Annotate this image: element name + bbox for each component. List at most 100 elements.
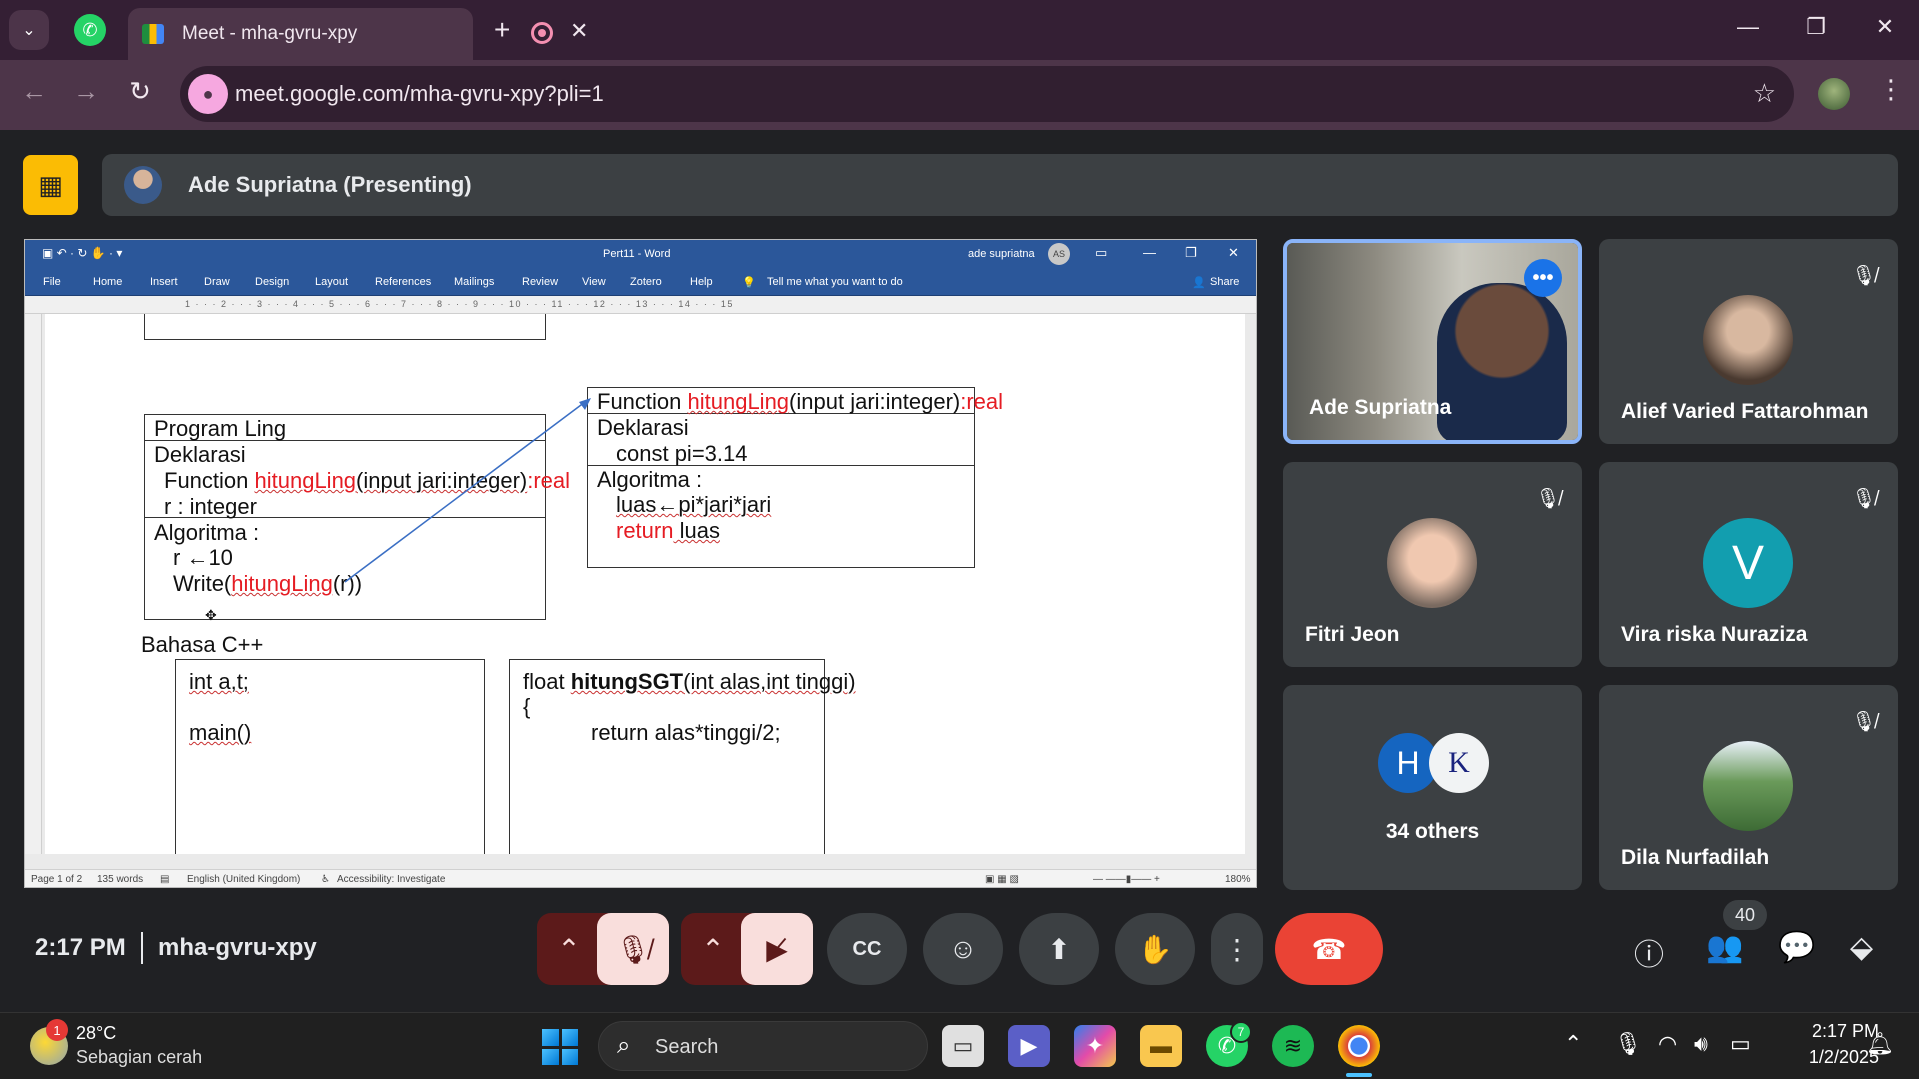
meeting-code: mha-gvru-xpy (158, 934, 317, 961)
task-view-icon[interactable]: ▭ (942, 1025, 984, 1067)
status-page: Page 1 of 2 (31, 874, 83, 885)
presentation-icon[interactable]: ▦ (23, 155, 78, 215)
menu-icon[interactable]: ⋮ (1878, 74, 1904, 105)
wifi-icon[interactable]: ◠ (1658, 1031, 1677, 1057)
ribbon-tab: Home (93, 276, 123, 288)
avatar (1703, 295, 1793, 385)
browser-toolbar: ← → ↻ ● meet.google.com/mha-gvru-xpy?pli… (0, 60, 1919, 130)
presenter-label: Ade Supriatna (Presenting) (188, 172, 472, 197)
taskbar-time[interactable]: 2:17 PM (1783, 1021, 1879, 1042)
new-tab-button[interactable]: + (494, 14, 510, 46)
meeting-details-icon[interactable]: ⓘ (1634, 930, 1664, 974)
cpp-return: return alas*tinggi/2; (591, 720, 781, 745)
mic-off-icon: 🎙︎̸ (1851, 487, 1877, 510)
word-minimize-icon: — (1143, 245, 1156, 260)
chevron-up-icon[interactable]: ⌃ (1564, 1031, 1582, 1057)
back-icon[interactable]: ← (14, 76, 54, 107)
people-icon[interactable]: 👥 (1706, 930, 1743, 965)
present-button[interactable]: ⬆ (1019, 913, 1099, 985)
meet-favicon-icon (142, 24, 164, 44)
file-explorer-icon[interactable]: ▬ (1140, 1025, 1182, 1067)
mic-toggle-button[interactable]: 🎙︎̸ (597, 913, 669, 985)
word-page: Program Ling Deklarasi Function hitungLi… (45, 314, 1245, 854)
word-share: Share (1210, 276, 1240, 288)
move-cursor-icon: ✥ (205, 607, 217, 623)
view-buttons-icon: ▣ ▦ ▧ (985, 874, 1019, 885)
status-words: 135 words (97, 874, 144, 885)
microphone-tray-icon[interactable]: 🎙︎ (1614, 1031, 1642, 1057)
url-text[interactable]: meet.google.com/mha-gvru-xpy?pli=1 (235, 81, 604, 107)
restore-icon[interactable]: ❐ (1796, 14, 1836, 40)
word-restore-icon: ❐ (1185, 245, 1197, 260)
ribbon-tab: Mailings (454, 276, 495, 288)
address-bar[interactable]: ● meet.google.com/mha-gvru-xpy?pli=1 ☆ (180, 66, 1794, 122)
present-screen-icon: ⬆ (1047, 933, 1071, 965)
emoji-icon: ☺ (948, 933, 978, 964)
lightbulb-icon: 💡 (742, 277, 756, 289)
chat-icon[interactable]: 💬 (1778, 930, 1815, 965)
more-options-icon[interactable]: ••• (1524, 259, 1562, 297)
reload-icon[interactable]: ↻ (120, 76, 160, 107)
activities-icon[interactable]: ⬙ (1850, 930, 1873, 965)
more-options-button[interactable]: ⋮ (1211, 913, 1263, 985)
tab-meet[interactable]: Meet - mha-gvru-xpy ✕ (128, 8, 588, 60)
cpp-func-sig: float hitungSGT(int alas,int tinggi) (523, 669, 856, 694)
battery-icon[interactable]: ▭ (1730, 1031, 1751, 1057)
mic-off-icon: 🎙︎̸ (1851, 264, 1877, 287)
ribbon-tab: References (375, 276, 432, 288)
zoom-slider: — ——▮—— + (1093, 874, 1160, 885)
tile-alief[interactable]: 🎙︎̸ Alief Varied Fattarohman (1599, 239, 1898, 444)
close-tab-icon[interactable]: ✕ (570, 18, 588, 44)
mic-icon[interactable]: ● (188, 74, 228, 114)
whatsapp-pinned-tab[interactable]: ✆ (74, 14, 106, 46)
tab-search-button[interactable]: ⌄ (9, 10, 49, 50)
chrome-icon[interactable] (1338, 1025, 1380, 1067)
leave-call-button[interactable]: ☎ (1275, 913, 1383, 985)
cpp-decl: int a,t; (189, 669, 249, 694)
notification-bell-icon[interactable]: 🔔︎ (1866, 1031, 1894, 1057)
presenter-bar: Ade Supriatna (Presenting) (102, 154, 1898, 216)
mic-off-icon: 🎙︎̸ (1535, 487, 1561, 510)
avatar (1387, 518, 1477, 608)
forward-icon[interactable]: → (66, 76, 106, 107)
tile-dila[interactable]: 🎙︎̸ Dila Nurfadilah (1599, 685, 1898, 890)
temperature[interactable]: 28°C (76, 1023, 116, 1044)
tile-others[interactable]: H K 34 others (1283, 685, 1582, 890)
windows-start-icon[interactable] (542, 1029, 578, 1065)
volume-icon[interactable]: 🔊︎ (1694, 1031, 1708, 1057)
word-share-icon: 👤 (1192, 277, 1206, 289)
minimize-icon[interactable]: — (1728, 14, 1768, 40)
spotify-icon[interactable]: ≋ (1272, 1025, 1314, 1067)
tile-vira[interactable]: 🎙︎̸ V Vira riska Nuraziza (1599, 462, 1898, 667)
participant-name: Fitri Jeon (1305, 623, 1400, 646)
whatsapp-badge: 7 (1230, 1021, 1252, 1043)
copilot-icon[interactable]: ✦ (1074, 1025, 1116, 1067)
weather-condition[interactable]: Sebagian cerah (76, 1047, 202, 1068)
reactions-button[interactable]: ☺ (923, 913, 1003, 985)
camera-toggle-button[interactable]: ▶̸ (741, 913, 813, 985)
participant-name: Alief Varied Fattarohman (1621, 400, 1869, 423)
star-icon[interactable]: ☆ (1753, 78, 1776, 109)
tile-ade-supriatna[interactable]: ••• Ade Supriatna (1283, 239, 1582, 444)
word-title-bar: ▣ ↶ · ↻ ✋ · ▾ Pert11 - Word ade supriatn… (25, 240, 1256, 268)
audio-options-button[interactable]: ⌃ (537, 913, 601, 985)
word-status-bar: Page 1 of 2 135 words ▤ English (United … (25, 869, 1256, 887)
active-app-indicator (1346, 1073, 1372, 1077)
profile-avatar[interactable] (1818, 78, 1850, 110)
participant-name: Vira riska Nuraziza (1621, 623, 1808, 646)
hand-icon: ✋ (1137, 933, 1173, 965)
captions-icon: CC (852, 937, 882, 960)
taskbar-date[interactable]: 1/2/2025 (1783, 1047, 1879, 1068)
tile-fitri[interactable]: 🎙︎̸ Fitri Jeon (1283, 462, 1582, 667)
tab-title: Meet - mha-gvru-xpy (182, 23, 358, 44)
chevron-up-icon: ⌃ (701, 933, 725, 965)
cpp-brace: { (523, 694, 531, 719)
raise-hand-button[interactable]: ✋ (1115, 913, 1195, 985)
teams-icon[interactable]: ▶ (1008, 1025, 1050, 1067)
video-options-button[interactable]: ⌃ (681, 913, 745, 985)
word-doc-title: Pert11 - Word (603, 248, 671, 260)
close-window-icon[interactable]: ✕ (1865, 14, 1905, 40)
captions-button[interactable]: CC (827, 913, 907, 985)
taskbar-search[interactable]: ⌕ Search (598, 1021, 928, 1071)
ribbon-tab: Draw (204, 276, 230, 288)
